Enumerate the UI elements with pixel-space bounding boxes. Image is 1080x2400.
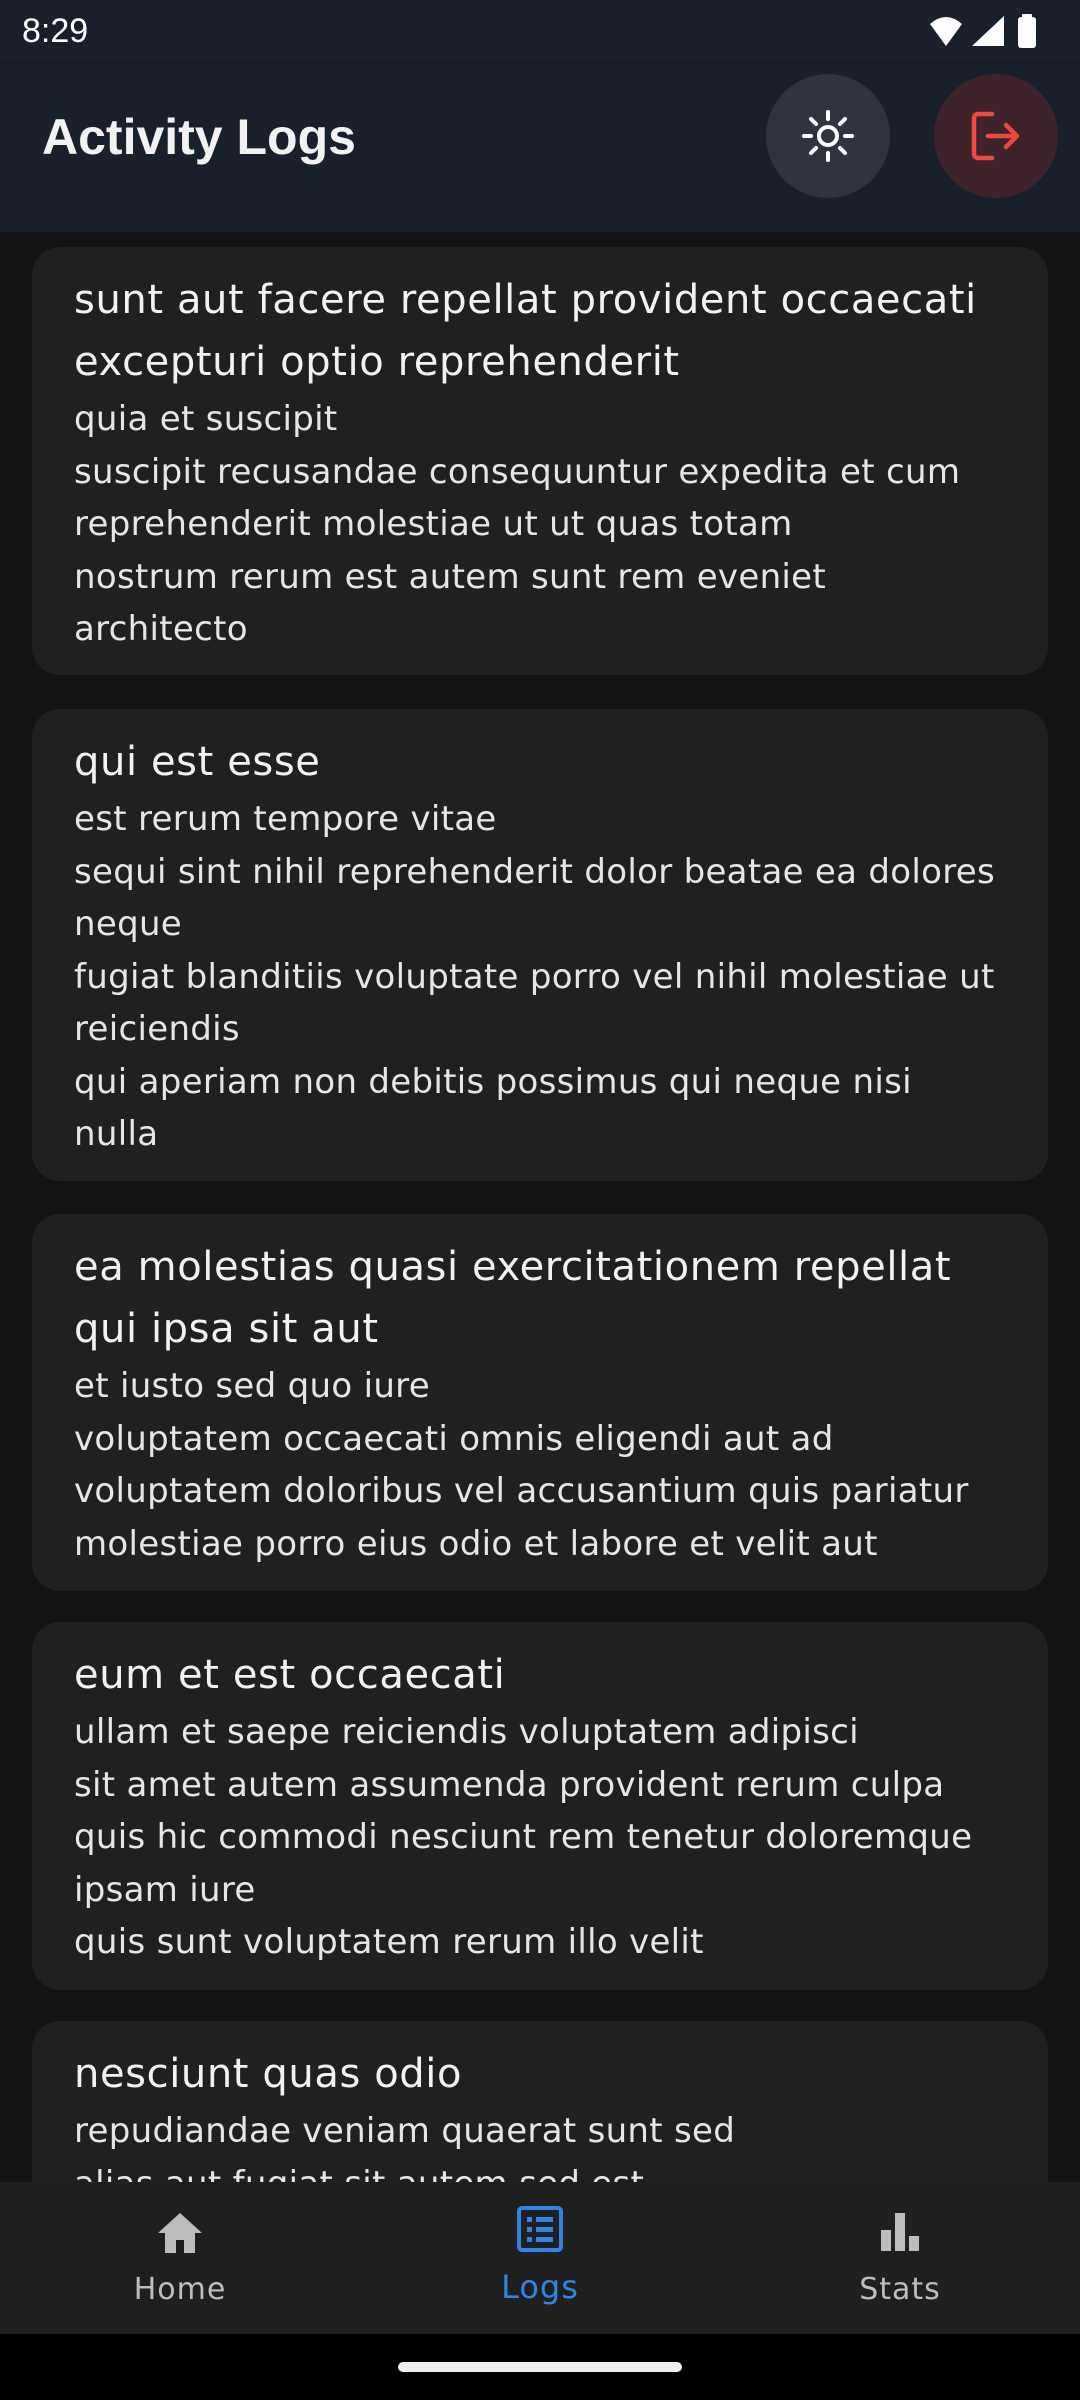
log-body: est rerum tempore vitae sequi sint nihil… [74,799,995,1154]
page-title: Activity Logs [42,109,356,165]
log-body: et iusto sed quo iure voluptatem occaeca… [74,1366,969,1564]
logout-button[interactable] [934,74,1058,198]
battery-icon [1018,14,1036,48]
gesture-bar [0,2334,1080,2400]
nav-item-logs[interactable]: Logs [360,2182,720,2334]
log-title: ea molestias quasi exercitationem repell… [74,1244,952,1352]
nav-item-home[interactable]: Home [0,2182,360,2334]
status-icons [930,14,1036,48]
log-card[interactable]: qui est esse est rerum tempore vitae seq… [32,709,1048,1181]
app-bar: Activity Logs [0,64,1080,232]
log-card[interactable]: ea molestias quasi exercitationem repell… [32,1214,1048,1591]
log-body: ullam et saepe reiciendis voluptatem adi… [74,1712,973,1962]
log-body: repudiandae veniam quaerat sunt sed alia… [74,2111,736,2182]
log-card[interactable]: sunt aut facere repellat provident occae… [32,247,1048,675]
log-title: eum et est occaecati [74,1652,506,1698]
logs-list[interactable]: sunt aut facere repellat provident occae… [0,232,1080,2182]
status-time: 8:29 [22,12,89,50]
wifi-icon [930,17,962,46]
sun-icon [802,110,854,162]
status-bar: 8:29 [0,0,1080,64]
home-gesture-handle[interactable] [398,2362,682,2372]
nav-label-home: Home [133,2272,227,2307]
nav-item-stats[interactable]: Stats [720,2182,1080,2334]
log-title: qui est esse [74,739,321,785]
logout-icon [971,111,1020,161]
log-card[interactable]: nesciunt quas odio repudiandae veniam qu… [32,2021,1048,2182]
bottom-navigation: Home Logs Stats [0,2182,1080,2334]
theme-toggle-button[interactable] [766,74,890,198]
nav-label-stats: Stats [859,2272,941,2307]
list-icon [517,2206,563,2252]
home-icon [158,2213,202,2253]
nav-label-logs: Logs [501,2268,579,2306]
log-title: nesciunt quas odio [74,2051,463,2097]
log-body: quia et suscipit suscipit recusandae con… [74,399,961,649]
signal-icon [972,16,1004,46]
bar-chart-icon [881,2213,919,2251]
log-title: sunt aut facere repellat provident occae… [74,277,977,385]
log-card[interactable]: eum et est occaecati ullam et saepe reic… [32,1622,1048,1990]
